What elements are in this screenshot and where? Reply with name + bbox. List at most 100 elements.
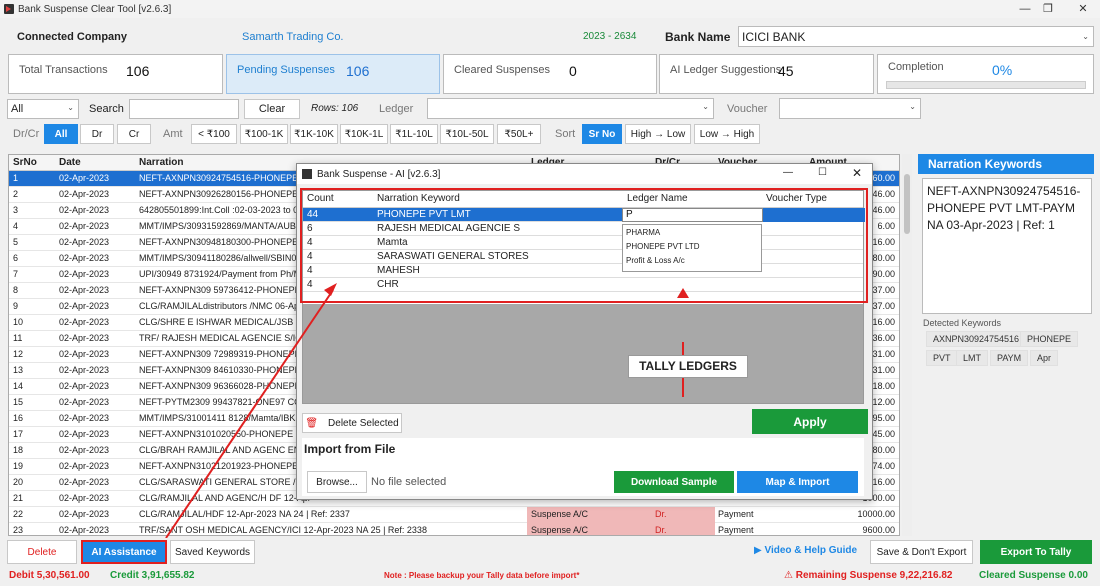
clear-button[interactable]: Clear: [244, 99, 300, 119]
drcr-all-button[interactable]: All: [44, 124, 78, 144]
warning-icon: ⚠: [784, 570, 793, 581]
cell-sr: 5: [13, 237, 19, 247]
scrollbar-thumb[interactable]: [904, 174, 910, 234]
rows-count: Rows: 106: [311, 103, 359, 114]
export-to-tally-button[interactable]: Export To Tally: [980, 540, 1092, 564]
sort-high-low-button[interactable]: High → Low: [625, 124, 691, 144]
cell-date: 02-Apr-2023: [59, 333, 110, 343]
keyword-chip[interactable]: PVT: [926, 350, 958, 366]
keyword-chip[interactable]: LMT: [956, 350, 988, 366]
cell-sr: 10: [13, 317, 24, 327]
table-row[interactable]: 22 02-Apr-2023 CLG/RAMJILAL/HDF 12-Apr-202…: [9, 507, 899, 523]
company-value: Samarth Trading Co.: [242, 31, 344, 43]
map-import-button[interactable]: Map & Import: [737, 471, 858, 493]
stat-completion: Completion 0%: [877, 54, 1094, 94]
cell-sr: 22: [13, 509, 24, 519]
grid-scrollbar[interactable]: [902, 154, 912, 536]
cell-ledger: Suspense A/C: [531, 525, 589, 535]
cell-sr: 11: [13, 333, 23, 343]
keyword-chip[interactable]: PAYM: [990, 350, 1029, 366]
minimize-icon[interactable]: —: [783, 167, 793, 178]
browse-button[interactable]: Browse...: [307, 471, 367, 493]
financial-year: 2023 - 2634: [583, 31, 637, 42]
cell-sr: 19: [13, 461, 24, 471]
drcr-cr-button[interactable]: Cr: [117, 124, 151, 144]
cell-sr: 14: [13, 381, 24, 391]
stat-pending-suspenses[interactable]: Pending Suspenses 106: [226, 54, 440, 94]
cell-date: 02-Apr-2023: [59, 509, 110, 519]
cell-date: 02-Apr-2023: [59, 173, 110, 183]
cell-date: 02-Apr-2023: [59, 413, 110, 423]
cell-sr: 13: [13, 365, 24, 375]
keyword-chip[interactable]: PHONEPE: [1020, 331, 1079, 347]
amt-filter-button[interactable]: ₹10L-50L: [440, 124, 494, 144]
delete-button[interactable]: Delete: [7, 540, 77, 564]
search-input[interactable]: [129, 99, 239, 119]
cell-ledger: Suspense A/C: [531, 509, 589, 519]
ai-assistance-button[interactable]: AI Assistance: [81, 540, 167, 564]
delete-selected-button[interactable]: 🗑 Delete Selected: [302, 413, 402, 433]
keyword-chip[interactable]: AXNPN30924754516: [926, 331, 1027, 347]
cell-sr: 3: [13, 205, 19, 215]
cell-date: 02-Apr-2023: [59, 237, 110, 247]
cell-narr: CLG/RAMJILAL/HDF 12-Apr-2023 NA 24 | Ref…: [139, 509, 350, 519]
arrowhead-icon: [677, 288, 689, 298]
cell-voucher: Payment: [718, 509, 754, 519]
save-dont-export-button[interactable]: Save & Don't Export: [870, 540, 973, 564]
drcr-dr-button[interactable]: Dr: [80, 124, 114, 144]
amt-filter-button[interactable]: ₹100-1K: [240, 124, 288, 144]
cell-sr: 17: [13, 429, 24, 439]
amt-filter-button[interactable]: ₹10K-1L: [340, 124, 388, 144]
amt-filter-button[interactable]: ₹1K-10K: [290, 124, 338, 144]
bank-label: Bank Name: [665, 30, 731, 44]
completion-progress-bar: [886, 81, 1086, 89]
cell-date: 02-Apr-2023: [59, 221, 110, 231]
download-sample-button[interactable]: Download Sample: [614, 471, 734, 493]
cell-date: 02-Apr-2023: [59, 365, 110, 375]
detected-keywords-label: Detected Keywords: [923, 318, 1002, 328]
trash-icon: 🗑: [305, 417, 319, 429]
chevron-down-icon: ⌄: [702, 102, 709, 111]
apply-button[interactable]: Apply: [752, 409, 868, 434]
stat-ai-ledger-suggestions: AI Ledger Suggestions 45: [659, 54, 874, 94]
video-help-link[interactable]: ▶ Video & Help Guide: [754, 545, 857, 556]
tally-ledgers-callout: TALLY LEDGERS: [628, 355, 748, 378]
cell-narr: TRF/SANT OSH MEDICAL AGENCY/ICI 12-Apr-2…: [139, 525, 427, 535]
bank-select[interactable]: ICICI BANK ⌄: [738, 26, 1094, 47]
debit-total: Debit 5,30,561.00: [9, 570, 90, 581]
sort-low-high-button[interactable]: Low → High: [694, 124, 760, 144]
cell-date: 02-Apr-2023: [59, 477, 110, 487]
voucher-filter-select[interactable]: ⌄: [779, 98, 921, 119]
maximize-icon[interactable]: ❐: [1033, 0, 1063, 18]
cell-drcr: Dr.: [655, 525, 667, 535]
keyword-chip[interactable]: Apr: [1030, 350, 1059, 366]
cell-sr: 20: [13, 477, 24, 487]
sort-label: Sort: [555, 128, 576, 140]
filter-all-select[interactable]: All ⌄: [7, 99, 79, 119]
cell-sr: 2: [13, 189, 19, 199]
cell-date: 02-Apr-2023: [59, 493, 110, 503]
amt-filter-button[interactable]: ₹50L+: [497, 124, 541, 144]
drcr-label: Dr/Cr: [13, 128, 40, 140]
cell-sr: 6: [13, 253, 19, 263]
stat-total-transactions: Total Transactions 106: [8, 54, 223, 94]
close-icon[interactable]: ✕: [852, 166, 862, 180]
cell-sr: 16: [13, 413, 24, 423]
cell-date: 02-Apr-2023: [59, 301, 110, 311]
cell-date: 02-Apr-2023: [59, 525, 110, 535]
table-row[interactable]: 23 02-Apr-2023 TRF/SANT OSH MEDICAL AGENCY…: [9, 523, 899, 535]
app-icon: [302, 169, 312, 179]
cell-voucher: Payment: [718, 525, 754, 535]
voucher-label: Voucher: [727, 103, 768, 115]
dialog-title: Bank Suspense - AI [v2.6.3]: [317, 168, 441, 180]
close-icon[interactable]: ✕: [1068, 0, 1098, 18]
amt-filter-button[interactable]: ₹1L-10L: [390, 124, 438, 144]
chevron-down-icon: ⌄: [1082, 32, 1089, 41]
maximize-icon[interactable]: ☐: [818, 167, 827, 178]
ledger-filter-select[interactable]: ⌄: [427, 98, 714, 119]
amt-filter-button[interactable]: < ₹100: [191, 124, 237, 144]
cell-sr: 1: [13, 173, 19, 183]
sort-srno-button[interactable]: Sr No: [582, 124, 622, 144]
cell-date: 02-Apr-2023: [59, 317, 110, 327]
saved-keywords-button[interactable]: Saved Keywords: [170, 540, 255, 564]
